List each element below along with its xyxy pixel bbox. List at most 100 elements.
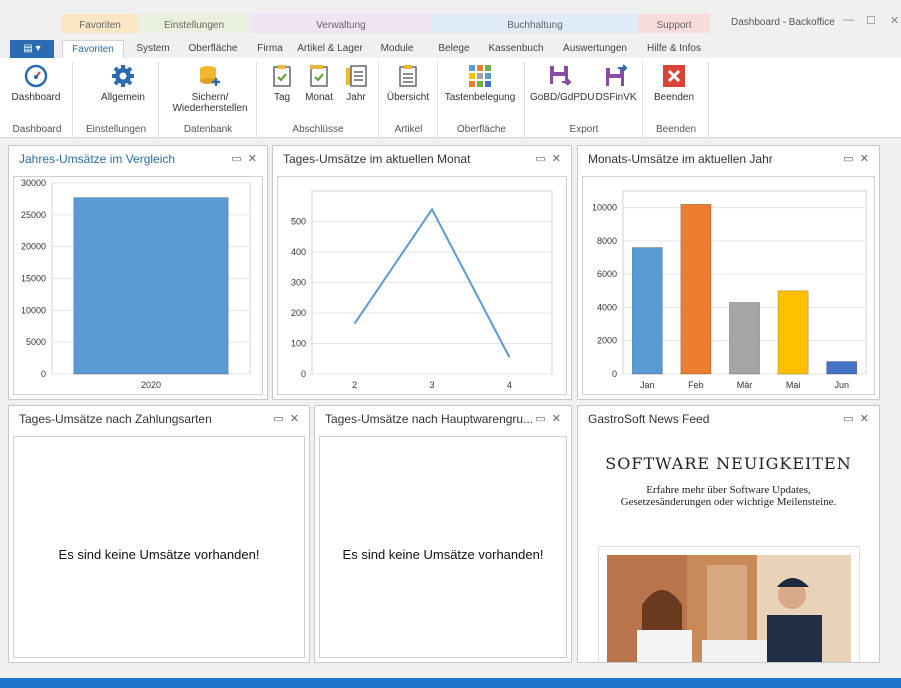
panel-tages-umsaetze-monat: Tages-Umsätze im aktuellen Monat ▭ ✕ 0 10…	[272, 145, 572, 400]
x-tick-label: 2	[352, 380, 357, 390]
category-favoriten: Favoriten	[62, 14, 138, 33]
chart-container: Es sind keine Umsätze vorhanden!	[319, 436, 567, 658]
monat-button[interactable]: Monat	[302, 64, 336, 103]
tab-system[interactable]: System	[130, 40, 176, 58]
y-tick-label: 200	[291, 308, 306, 318]
group-label-oberflaeche: Oberfläche	[457, 124, 506, 135]
group-label-dashboard: Dashboard	[12, 124, 62, 135]
bar	[680, 204, 712, 375]
y-tick-label: 10000	[592, 203, 617, 213]
news-description: Erfahre mehr über Software Updates, Gese…	[620, 484, 837, 508]
beenden-button[interactable]: Beenden	[648, 64, 700, 103]
news-heading: SOFTWARE NEUIGKEITEN	[605, 454, 852, 473]
y-tick-label: 0	[41, 369, 46, 379]
sichern-button[interactable]: Sichern/ Wiederherstellen	[170, 64, 250, 114]
tab-firma[interactable]: Firma	[252, 40, 288, 58]
maximize-icon[interactable]: ▭	[231, 153, 241, 165]
x-tick-label: Mai	[786, 380, 801, 390]
minimize-icon[interactable]: —	[843, 14, 854, 26]
dsfinvk-button[interactable]: DSFinVK	[594, 64, 638, 103]
group-label-abschluesse: Abschlüsse	[292, 124, 344, 135]
jahr-button[interactable]: Jahr	[342, 64, 370, 103]
uebersicht-button[interactable]: Übersicht	[384, 64, 432, 103]
close-icon[interactable]: ✕	[552, 153, 561, 165]
panel-title: Tages-Umsätze im aktuellen Monat	[283, 152, 471, 166]
group-label-datenbank: Datenbank	[183, 124, 233, 135]
tastenbelegung-button[interactable]: Tastenbelegung	[442, 64, 518, 103]
y-tick-label: 400	[291, 247, 306, 257]
ribbon: Dashboard Allgemein Sichern/ Wiederherst…	[0, 58, 901, 138]
maximize-icon[interactable]: ▭	[535, 413, 545, 425]
app-menu-button[interactable]: ▤ ▾	[10, 40, 54, 58]
database-add-icon	[200, 66, 220, 86]
clipboard-check-star-icon	[309, 64, 328, 87]
news-photo	[607, 555, 851, 662]
close-icon[interactable]: ✕	[860, 413, 869, 425]
tag-button-label: Tag	[273, 92, 291, 103]
clipboard-lines-icon	[399, 65, 417, 87]
category-buchhaltung: Buchhaltung	[432, 14, 638, 33]
jahr-button-label: Jahr	[346, 92, 366, 103]
tab-favoriten[interactable]: Favoriten	[62, 40, 124, 58]
x-tick-label: Jun	[834, 380, 849, 390]
tag-button[interactable]: Tag	[268, 64, 296, 103]
bar	[631, 247, 663, 375]
x-tick-label: Feb	[688, 380, 704, 390]
save-share-icon	[606, 64, 628, 86]
bar	[826, 361, 858, 375]
panel-controls: ▭ ✕	[535, 146, 561, 172]
panel-controls: ▭ ✕	[535, 406, 561, 432]
series-line	[353, 207, 511, 358]
chart-monats: 0 2000 4000 6000 8000 10000 Jan Feb Mär Mai Jun	[592, 190, 867, 390]
y-tick-label: 25000	[21, 210, 46, 220]
y-tick-label: 30000	[21, 178, 46, 188]
news-image[interactable]	[598, 546, 860, 662]
tab-belege[interactable]: Belege	[432, 40, 476, 58]
group-label-einstellungen: Einstellungen	[85, 124, 147, 135]
y-tick-label: 6000	[597, 269, 617, 279]
y-tick-label: 300	[291, 278, 306, 288]
close-icon[interactable]: ✕	[860, 153, 869, 165]
close-red-icon	[663, 65, 685, 87]
grid-tiles-icon	[469, 65, 491, 87]
group-label-artikel: Artikel	[394, 124, 423, 135]
bar	[73, 197, 229, 375]
maximize-icon[interactable]: ▭	[535, 153, 545, 165]
y-tick-label: 20000	[21, 242, 46, 252]
clipboard-check-icon	[273, 65, 291, 87]
y-tick-label: 0	[612, 369, 617, 379]
gobd-button[interactable]: GoBD/GdPDU	[530, 64, 594, 103]
dashboard-button[interactable]: Dashboard	[8, 64, 64, 103]
group-separator	[158, 62, 159, 138]
y-tick-label: 4000	[597, 302, 617, 312]
close-icon[interactable]: ✕	[890, 14, 899, 27]
close-icon[interactable]: ✕	[248, 153, 257, 165]
close-icon[interactable]: ✕	[290, 413, 299, 425]
close-icon[interactable]: ✕	[552, 413, 561, 425]
group-separator	[72, 62, 73, 138]
x-tick-label: Mär	[737, 380, 753, 390]
tab-kassenbuch[interactable]: Kassenbuch	[484, 40, 548, 58]
chart-container: 0 5000 10000 15000 20000 25000 30000 2020	[13, 176, 263, 395]
group-separator	[708, 62, 709, 138]
tab-hilfe-infos[interactable]: Hilfe & Infos	[642, 40, 706, 58]
maximize-icon[interactable]: ☐	[866, 14, 876, 27]
maximize-icon[interactable]: ▭	[273, 413, 283, 425]
panel-title: Monats-Umsätze im aktuellen Jahr	[588, 152, 773, 166]
gauge-icon	[24, 64, 48, 88]
panel-title: GastroSoft News Feed	[588, 412, 710, 426]
allgemein-button[interactable]: Allgemein	[96, 64, 150, 103]
maximize-icon[interactable]: ▭	[843, 153, 853, 165]
monat-button-label: Monat	[305, 92, 333, 103]
maximize-icon[interactable]: ▭	[843, 413, 853, 425]
tab-module[interactable]: Module	[372, 40, 422, 58]
panel-jahres-umsaetze: Jahres-Umsätze im Vergleich ▭ ✕ 0 5000 100…	[8, 145, 268, 400]
x-tick-label: 4	[507, 380, 512, 390]
status-bar	[0, 678, 901, 688]
tab-oberflaeche[interactable]: Oberfläche	[180, 40, 246, 58]
tab-artikel-lager[interactable]: Artikel & Lager	[290, 40, 370, 58]
tab-auswertungen[interactable]: Auswertungen	[558, 40, 632, 58]
category-verwaltung: Verwaltung	[250, 14, 432, 33]
y-tick-label: 15000	[21, 274, 46, 284]
x-tick-label: Jan	[640, 380, 655, 390]
